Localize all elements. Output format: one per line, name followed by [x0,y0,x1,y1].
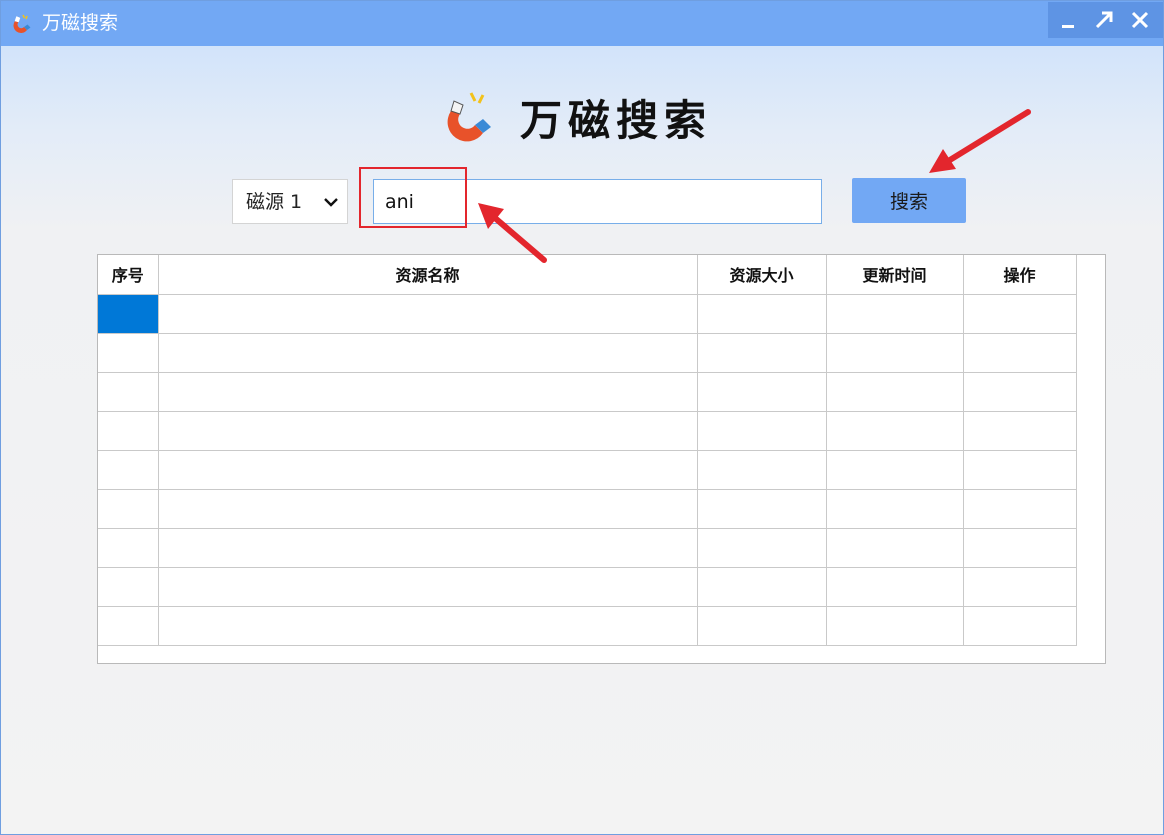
close-icon[interactable] [1126,6,1154,34]
table-cell[interactable] [696,410,827,451]
table-cell[interactable] [98,332,159,373]
column-header[interactable]: 序号 [98,255,159,295]
app-title: 万磁搜索 [520,96,713,145]
table-cell[interactable] [696,371,827,412]
table-cell[interactable] [825,371,964,412]
table-cell[interactable] [157,488,698,529]
table-cell[interactable] [962,488,1077,529]
table-cell[interactable] [825,449,964,490]
table-cell[interactable] [825,605,964,646]
source-select[interactable]: 磁源 1 [232,179,348,224]
maximize-icon[interactable] [1090,6,1118,34]
chevron-down-icon [324,198,338,207]
table-row[interactable] [98,293,1077,334]
table-header-row: 序号 资源名称 资源大小 更新时间 操作 [98,255,1077,295]
table-row[interactable] [98,449,1077,490]
arrow-to-search-button [942,109,1031,166]
table-cell[interactable] [696,605,827,646]
table-cell[interactable] [157,371,698,412]
title-bar[interactable]: 万磁搜索 [1,1,1163,46]
table-cell[interactable] [825,566,964,607]
app-window: 万磁搜索 万磁搜索 磁源 1 搜索 [0,0,1164,835]
table-cell[interactable] [157,332,698,373]
annotation-highlight-box [359,167,467,228]
table-cell[interactable] [962,293,1077,334]
search-button[interactable]: 搜索 [852,178,966,223]
results-table[interactable]: 序号 资源名称 资源大小 更新时间 操作 [97,254,1106,664]
table-cell[interactable] [98,293,159,334]
table-cell[interactable] [962,332,1077,373]
table-cell[interactable] [962,605,1077,646]
table-cell[interactable] [98,488,159,529]
table-cell[interactable] [825,410,964,451]
table-cell[interactable] [98,605,159,646]
table-cell[interactable] [157,410,698,451]
table-cell[interactable] [157,566,698,607]
table-cell[interactable] [696,566,827,607]
table-cell[interactable] [696,488,827,529]
table-cell[interactable] [825,488,964,529]
table-row[interactable] [98,566,1077,607]
magnet-icon [13,14,31,33]
table-cell[interactable] [98,371,159,412]
table-row[interactable] [98,527,1077,568]
table-cell[interactable] [962,566,1077,607]
table-cell[interactable] [962,410,1077,451]
table-row[interactable] [98,332,1077,373]
window-controls [1048,2,1163,38]
table-cell[interactable] [696,293,827,334]
column-header[interactable]: 操作 [962,255,1077,295]
table-row[interactable] [98,488,1077,529]
minimize-icon[interactable] [1054,6,1082,34]
table-row[interactable] [98,605,1077,646]
table-cell[interactable] [98,449,159,490]
column-header[interactable]: 资源名称 [157,255,698,295]
table-row[interactable] [98,410,1077,451]
table-cell[interactable] [825,527,964,568]
column-header[interactable]: 资源大小 [696,255,827,295]
table-cell[interactable] [157,605,698,646]
table-cell[interactable] [696,332,827,373]
results-grid: 序号 资源名称 资源大小 更新时间 操作 [98,255,1077,646]
table-cell[interactable] [962,449,1077,490]
window-title: 万磁搜索 [42,12,119,34]
table-cell[interactable] [98,410,159,451]
table-cell[interactable] [962,527,1077,568]
column-header[interactable]: 更新时间 [825,255,964,295]
table-cell[interactable] [696,449,827,490]
source-select-value: 磁源 1 [246,191,303,213]
table-cell[interactable] [825,332,964,373]
table-cell[interactable] [696,527,827,568]
table-cell[interactable] [157,449,698,490]
table-cell[interactable] [825,293,964,334]
table-cell[interactable] [962,371,1077,412]
table-row[interactable] [98,371,1077,412]
table-cell[interactable] [98,566,159,607]
table-cell[interactable] [157,293,698,334]
table-cell[interactable] [98,527,159,568]
table-cell[interactable] [157,527,698,568]
magnet-logo-icon [447,92,491,142]
arrow-head-search-button [929,149,956,173]
